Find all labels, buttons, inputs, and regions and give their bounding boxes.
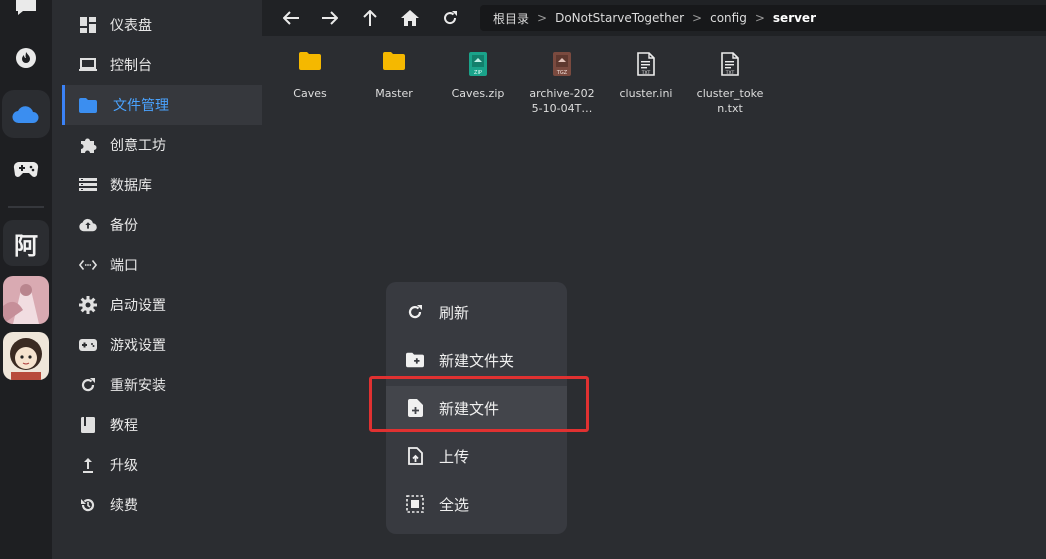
breadcrumb-item[interactable]: DoNotStarveTogether: [549, 11, 690, 25]
file-item[interactable]: TGZ archive-2025-10-04T…: [527, 52, 597, 116]
svg-text:TGZ: TGZ: [556, 70, 568, 76]
folder-icon: [79, 96, 97, 114]
laptop-icon: [79, 56, 97, 74]
menu-item-label: 上传: [439, 447, 470, 466]
file-item[interactable]: TXT cluster_token.txt: [695, 52, 765, 116]
sidebar-item-label: 端口: [110, 258, 138, 274]
folder-icon: [275, 52, 345, 80]
sidebar-item-workshop[interactable]: 创意工坊: [62, 125, 262, 165]
dashboard-icon: [79, 16, 97, 34]
code-arrows-icon: [79, 256, 97, 274]
archive-file-icon: TGZ: [527, 52, 597, 80]
file-name: cluster_token.txt: [696, 87, 764, 115]
sidebar-item-label: 数据库: [110, 178, 152, 194]
svg-text:TXT: TXT: [641, 70, 651, 76]
text-file-icon: TXT: [611, 52, 681, 80]
refresh-icon: [79, 376, 97, 394]
server-avatar-image-1[interactable]: [3, 276, 49, 324]
up-arrow-icon[interactable]: [359, 7, 381, 29]
sidebar-item-label: 文件管理: [113, 98, 169, 114]
file-name: Master: [375, 87, 413, 100]
menu-item-select-all[interactable]: 全选: [386, 482, 567, 526]
new-folder-icon: [406, 351, 424, 369]
app-rail: 阿: [0, 0, 52, 559]
sidebar-item-label: 备份: [110, 218, 138, 234]
upload-file-icon: [406, 447, 424, 465]
select-all-icon: [406, 495, 424, 513]
sidebar-item-dashboard[interactable]: 仪表盘: [62, 5, 262, 45]
server-avatar-image-2[interactable]: [3, 332, 49, 380]
sidebar-item-label: 升级: [110, 458, 138, 474]
highlight-annotation-box: [369, 376, 589, 432]
file-manager-main: 根目录 > DoNotStarveTogether > config > ser…: [262, 0, 1046, 559]
toolbar: 根目录 > DoNotStarveTogether > config > ser…: [262, 0, 1046, 36]
puzzle-icon: [79, 136, 97, 154]
sidebar-item-tutorial[interactable]: 教程: [62, 405, 262, 445]
sidebar: 仪表盘 控制台 文件管理 创意工坊 数据库 备份 端口 启动设置 游戏设置 重新…: [62, 0, 262, 559]
file-name: archive-2025-10-04T…: [529, 87, 595, 115]
file-name: Caves: [293, 87, 327, 100]
breadcrumb-separator: >: [692, 11, 703, 25]
folder-icon: [359, 52, 429, 80]
sidebar-item-database[interactable]: 数据库: [62, 165, 262, 205]
back-arrow-icon[interactable]: [280, 7, 302, 29]
gear-icon: [79, 296, 97, 314]
database-icon: [79, 176, 97, 194]
sidebar-item-upgrade[interactable]: 升级: [62, 445, 262, 485]
menu-item-label: 刷新: [439, 303, 470, 322]
rail-divider: [8, 206, 44, 208]
file-item[interactable]: ZIP Caves.zip: [443, 52, 513, 101]
sidebar-item-label: 仪表盘: [110, 18, 152, 34]
file-item[interactable]: Caves: [275, 52, 345, 101]
chat-icon[interactable]: [2, 0, 50, 30]
sidebar-item-label: 创意工坊: [110, 138, 166, 154]
sidebar-item-startup-settings[interactable]: 启动设置: [62, 285, 262, 325]
menu-item-label: 新建文件夹: [439, 351, 515, 370]
sidebar-item-label: 启动设置: [110, 298, 166, 314]
gamepad-icon: [79, 336, 97, 354]
menu-item-upload[interactable]: 上传: [386, 434, 567, 478]
refresh-icon[interactable]: [439, 7, 461, 29]
breadcrumb: 根目录 > DoNotStarveTogether > config > ser…: [480, 5, 1046, 31]
sidebar-item-reinstall[interactable]: 重新安装: [62, 365, 262, 405]
breadcrumb-separator: >: [754, 11, 765, 25]
renew-icon: [79, 496, 97, 514]
menu-item-label: 全选: [439, 495, 470, 514]
sidebar-item-file-manager[interactable]: 文件管理: [62, 85, 262, 125]
server-avatar-letter[interactable]: 阿: [3, 220, 49, 266]
avatar-letter: 阿: [14, 231, 38, 260]
sidebar-item-label: 重新安装: [110, 378, 166, 394]
breadcrumb-item-current[interactable]: server: [767, 11, 822, 25]
home-icon[interactable]: [399, 7, 421, 29]
cloud-icon[interactable]: [2, 90, 50, 138]
sidebar-item-label: 教程: [110, 418, 138, 434]
sidebar-item-game-settings[interactable]: 游戏设置: [62, 325, 262, 365]
sidebar-item-renew[interactable]: 续费: [62, 485, 262, 525]
breadcrumb-item[interactable]: config: [704, 11, 753, 25]
file-name: cluster.ini: [619, 87, 673, 100]
book-icon: [79, 416, 97, 434]
sidebar-item-label: 游戏设置: [110, 338, 166, 354]
file-item[interactable]: TXT cluster.ini: [611, 52, 681, 101]
sidebar-item-label: 续费: [110, 498, 138, 514]
breadcrumb-separator: >: [537, 11, 548, 25]
svg-text:ZIP: ZIP: [474, 70, 482, 76]
cloud-upload-icon: [79, 216, 97, 234]
refresh-icon: [406, 303, 424, 321]
arrow-up-icon: [79, 456, 97, 474]
sidebar-item-label: 控制台: [110, 58, 152, 74]
sidebar-item-console[interactable]: 控制台: [62, 45, 262, 85]
text-file-icon: TXT: [695, 52, 765, 80]
zip-file-icon: ZIP: [443, 52, 513, 80]
breadcrumb-item-root[interactable]: 根目录: [480, 10, 535, 27]
svg-text:TXT: TXT: [725, 70, 735, 76]
file-name: Caves.zip: [451, 87, 505, 100]
fire-icon[interactable]: [2, 34, 50, 82]
file-item[interactable]: Master: [359, 52, 429, 101]
forward-arrow-icon[interactable]: [319, 7, 341, 29]
sidebar-item-backup[interactable]: 备份: [62, 205, 262, 245]
sidebar-item-port[interactable]: 端口: [62, 245, 262, 285]
gamepad-icon[interactable]: [2, 146, 50, 194]
menu-item-refresh[interactable]: 刷新: [386, 290, 567, 334]
